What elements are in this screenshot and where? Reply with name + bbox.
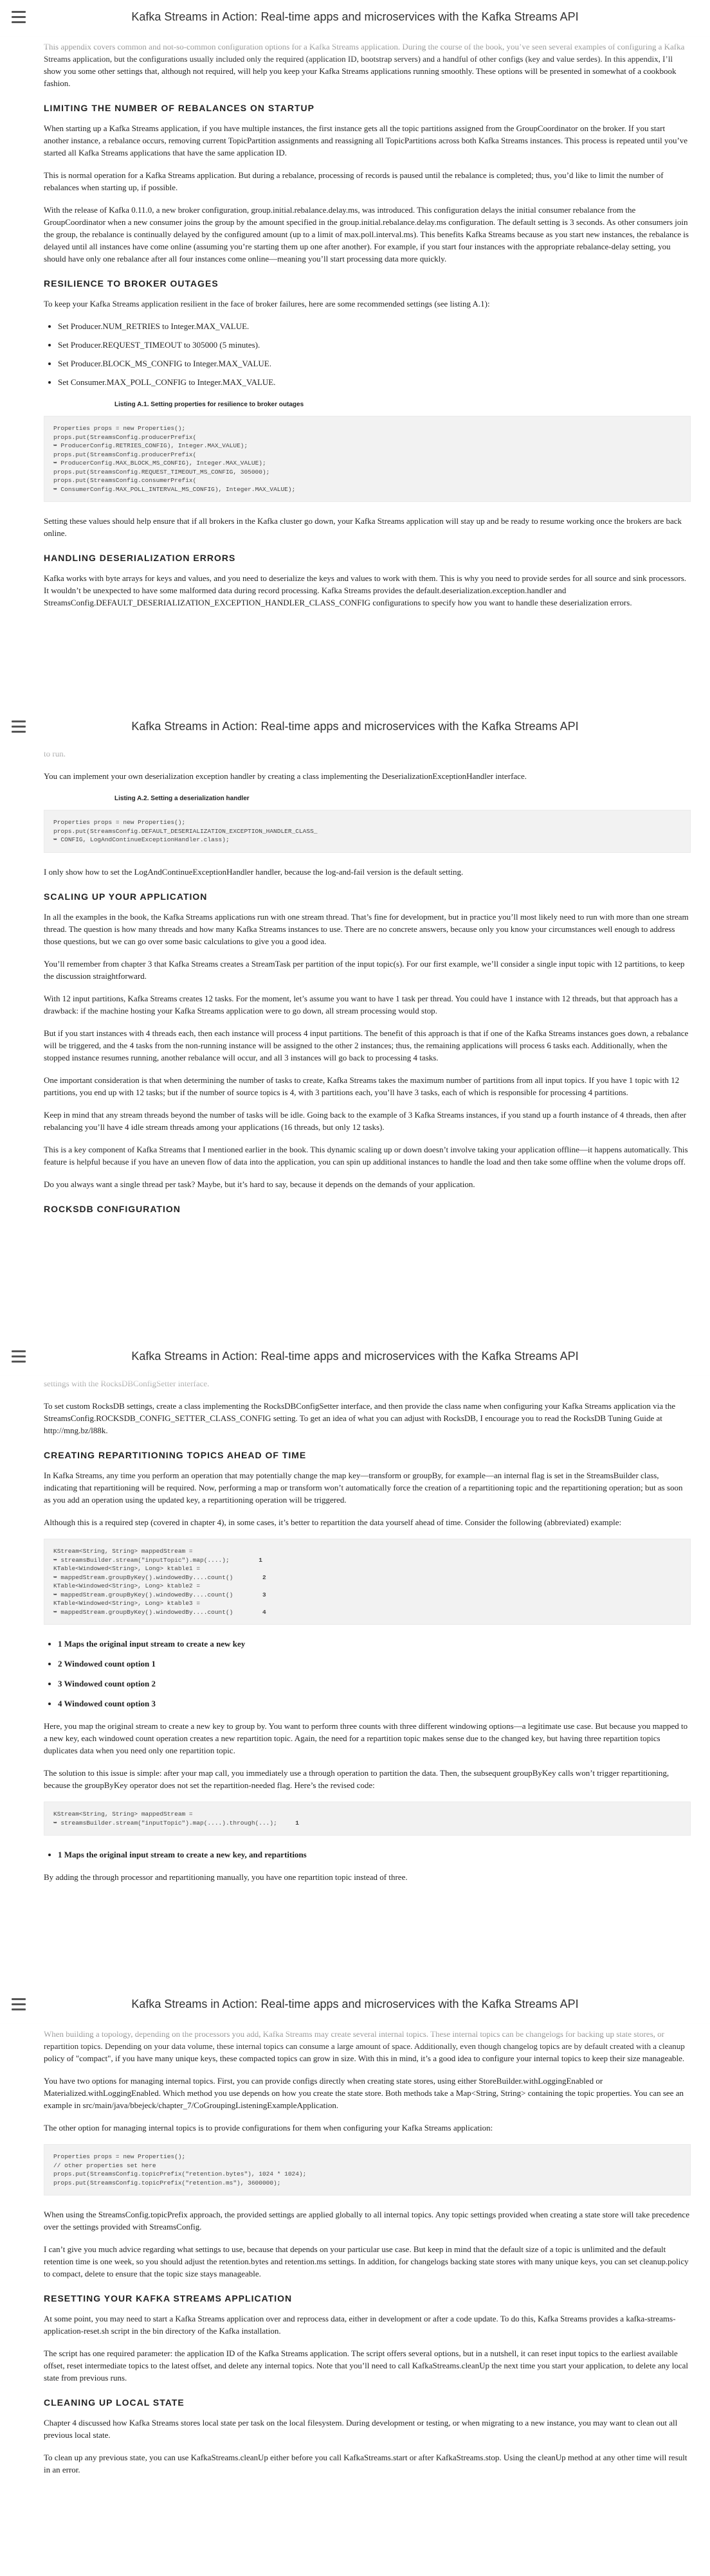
- section-heading: LIMITING THE NUMBER OF REBALANCES ON STA…: [44, 103, 314, 113]
- bottom-fade: [0, 1265, 710, 1291]
- page-3: Kafka Streams in Action: Real-time apps …: [0, 1339, 710, 1959]
- code-listing: Properties props = new Properties(); pro…: [44, 810, 691, 853]
- list-item: 3 Windowed count option 2: [58, 1677, 691, 1690]
- bottom-fade: [0, 632, 710, 658]
- paragraph: You’ll remember from chapter 3 that Kafk…: [44, 958, 685, 981]
- page-content: settings with the RocksDBConfigSetter in…: [0, 1376, 710, 1883]
- paragraph: This is normal operation for a Kafka Str…: [44, 170, 664, 192]
- paragraph: Do you always want a single thread per t…: [44, 1179, 475, 1189]
- paragraph: I only show how to set the LogAndContinu…: [44, 866, 464, 877]
- paragraph: When starting up a Kafka Streams applica…: [44, 123, 688, 157]
- paragraph: This is a key component of Kafka Streams…: [44, 1144, 688, 1167]
- paragraph: Setting these values should help ensure …: [44, 516, 682, 538]
- section-heading: CLEANING UP LOCAL STATE: [44, 2397, 185, 2408]
- paragraph: In all the examples in the book, the Kaf…: [44, 911, 689, 946]
- code-listing: KStream<String, String> mappedStream = ➥…: [44, 1802, 691, 1836]
- paragraph: With the release of Kafka 0.11.0, a new …: [44, 205, 689, 264]
- annotation-list: 1 Maps the original input stream to crea…: [44, 1638, 691, 1710]
- annotation-list: 1 Maps the original input stream to crea…: [44, 1848, 691, 1861]
- paragraph: But if you start instances with 4 thread…: [44, 1028, 689, 1062]
- list-item: Set Consumer.MAX_POLL_CONFIG to Integer.…: [58, 376, 691, 388]
- paragraph: To clean up any previous state, you can …: [44, 2453, 687, 2474]
- section-heading: ROCKSDB CONFIGURATION: [44, 1203, 181, 1214]
- paragraph: settings with the RocksDBConfigSetter in…: [44, 1379, 210, 1388]
- list-item: Set Producer.NUM_RETRIES to Integer.MAX_…: [58, 320, 691, 332]
- page-2: Kafka Streams in Action: Real-time apps …: [0, 710, 710, 1291]
- code-line: KStream<String, String> mappedStream =: [53, 1811, 193, 1818]
- book-title: Kafka Streams in Action: Real-time apps …: [131, 1350, 579, 1363]
- code-line: KTable<Windowed<String>, Long> ktable3 =: [53, 1600, 201, 1607]
- paragraph: With 12 input partitions, Kafka Streams …: [44, 993, 678, 1015]
- code-annotation: 1: [259, 1556, 262, 1564]
- paragraph: At some point, you may need to start a K…: [44, 2314, 676, 2336]
- code-listing: Properties props = new Properties(); pro…: [44, 416, 691, 502]
- paragraph: to run.: [44, 749, 66, 758]
- paragraph: By adding the through processor and repa…: [44, 1872, 408, 1882]
- paragraph: When using the StreamsConfig.topicPrefix…: [44, 2210, 689, 2232]
- code-annotation: 2: [262, 1573, 266, 1581]
- code-line: KTable<Windowed<String>, Long> ktable2 =: [53, 1582, 201, 1589]
- code-line: ➥ streamsBuilder.stream("inputTopic").ma…: [53, 1556, 230, 1564]
- code-line: ➥ mappedStream.groupByKey().windowedBy..…: [53, 1591, 233, 1598]
- code-annotation: 3: [262, 1591, 266, 1598]
- paragraph: When building a topology, depending on t…: [44, 2029, 685, 2063]
- page-1: Kafka Streams in Action: Real-time apps …: [0, 0, 710, 658]
- paragraph: This appendix covers common and not-so-c…: [44, 42, 685, 88]
- code-line: ➥ streamsBuilder.stream("inputTopic").ma…: [53, 1819, 277, 1827]
- paragraph: Keep in mind that any stream threads bey…: [44, 1109, 686, 1132]
- paragraph: Here, you map the original stream to cre…: [44, 1721, 688, 1755]
- code-line: KStream<String, String> mappedStream =: [53, 1548, 193, 1555]
- code-annotation: 4: [262, 1608, 266, 1616]
- list-item: Set Producer.BLOCK_MS_CONFIG to Integer.…: [58, 357, 691, 370]
- reader-header: Kafka Streams in Action: Real-time apps …: [0, 1339, 710, 1376]
- section-heading: CREATING REPARTITIONING TOPICS AHEAD OF …: [44, 1450, 307, 1460]
- paragraph: The solution to this issue is simple: af…: [44, 1768, 669, 1790]
- code-listing: KStream<String, String> mappedStream = ➥…: [44, 1539, 691, 1625]
- code-line: ➥ mappedStream.groupByKey().windowedBy..…: [53, 1608, 233, 1616]
- paragraph: To keep your Kafka Streams application r…: [44, 299, 490, 309]
- page-content: When building a topology, depending on t…: [0, 2024, 710, 2476]
- section-heading: RESETTING YOUR KAFKA STREAMS APPLICATION: [44, 2293, 293, 2303]
- paragraph: The other option for managing internal t…: [44, 2123, 493, 2133]
- book-title: Kafka Streams in Action: Real-time apps …: [131, 720, 579, 733]
- paragraph: To set custom RocksDB settings, create a…: [44, 1401, 676, 1435]
- reader-header: Kafka Streams in Action: Real-time apps …: [0, 0, 710, 37]
- paragraph: You have two options for managing intern…: [44, 2076, 684, 2110]
- reader-header: Kafka Streams in Action: Real-time apps …: [0, 710, 710, 746]
- reader-header: Kafka Streams in Action: Real-time apps …: [0, 1987, 710, 2024]
- bottom-fade: [0, 1933, 710, 1959]
- list-item: 1 Maps the original input stream to crea…: [58, 1848, 691, 1861]
- paragraph: The script has one required parameter: t…: [44, 2348, 688, 2383]
- section-heading: HANDLING DESERIALIZATION ERRORS: [44, 553, 236, 563]
- listing-title: Listing A.1. Setting properties for resi…: [114, 401, 304, 408]
- list-item: 1 Maps the original input stream to crea…: [58, 1638, 691, 1650]
- paragraph: Kafka works with byte arrays for keys an…: [44, 573, 687, 607]
- list-item: 2 Windowed count option 1: [58, 1658, 691, 1670]
- listing-title: Listing A.2. Setting a deserialization h…: [114, 795, 250, 802]
- settings-list: Set Producer.NUM_RETRIES to Integer.MAX_…: [44, 320, 691, 388]
- paragraph: Chapter 4 discussed how Kafka Streams st…: [44, 2418, 678, 2440]
- section-heading: SCALING UP YOUR APPLICATION: [44, 891, 208, 902]
- paragraph: I can’t give you much advice regarding w…: [44, 2244, 689, 2278]
- list-item: Set Producer.REQUEST_TIMEOUT to 305000 (…: [58, 339, 691, 351]
- book-title: Kafka Streams in Action: Real-time apps …: [131, 10, 579, 23]
- code-line: ➥ mappedStream.groupByKey().windowedBy..…: [53, 1573, 233, 1581]
- code-listing: Properties props = new Properties(); // …: [44, 2144, 691, 2196]
- list-item: 4 Windowed count option 3: [58, 1697, 691, 1710]
- section-heading: RESILIENCE TO BROKER OUTAGES: [44, 278, 219, 289]
- page-4: Kafka Streams in Action: Real-time apps …: [0, 1987, 710, 2576]
- paragraph: Although this is a required step (covere…: [44, 1517, 622, 1527]
- paragraph: In Kafka Streams, any time you perform a…: [44, 1471, 683, 1505]
- page-content: to run. You can implement your own deser…: [0, 746, 710, 1215]
- book-title: Kafka Streams in Action: Real-time apps …: [131, 1998, 579, 2010]
- code-line: KTable<Windowed<String>, Long> ktable1 =: [53, 1565, 201, 1572]
- paragraph: You can implement your own deserializati…: [44, 771, 527, 781]
- code-annotation: 1: [295, 1819, 299, 1827]
- paragraph: One important consideration is that when…: [44, 1075, 680, 1097]
- page-content: This appendix covers common and not-so-c…: [0, 37, 710, 609]
